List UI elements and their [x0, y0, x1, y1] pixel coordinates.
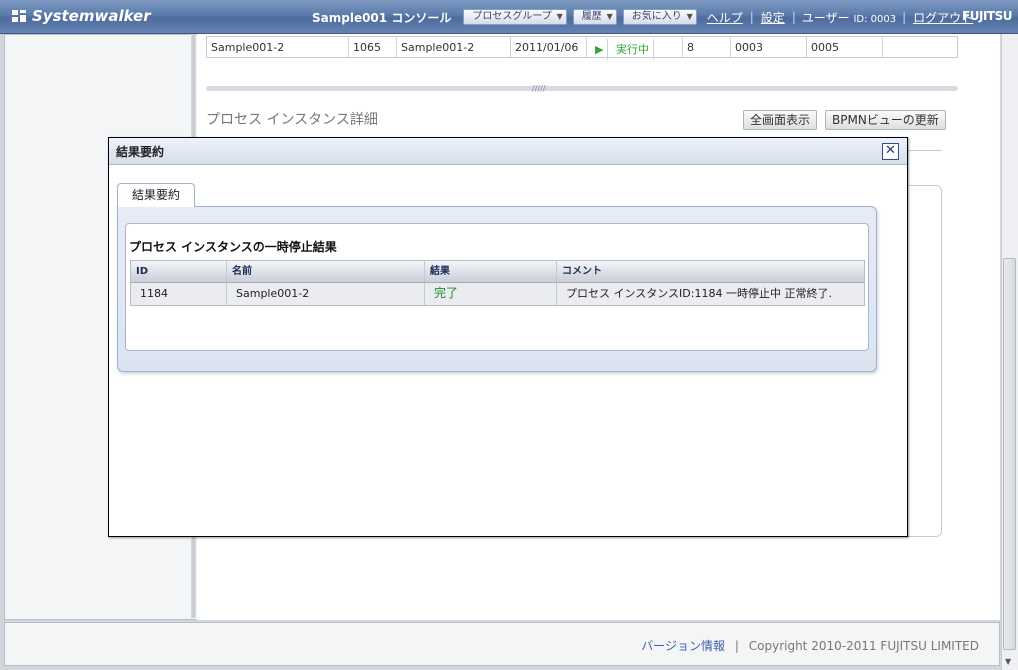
chevron-down-icon: ▼ — [606, 12, 613, 21]
console-title: Sample001 コンソール — [312, 10, 452, 25]
user-id: ID: 0003 — [853, 13, 897, 25]
copyright: Copyright 2010-2011 FUJITSU LIMITED — [748, 639, 979, 653]
fujitsu-logo: FUJITSU — [962, 9, 1012, 23]
column-header-result[interactable]: 結果 — [425, 261, 557, 282]
top-nav: Sample001 コンソール プロセスグループ ▼ 履歴 ▼ お気に入り ▼ ヘルプ… — [312, 0, 977, 34]
cell-id: 1065 — [349, 37, 397, 57]
nav-separator: | — [902, 10, 907, 24]
detail-title: プロセス インスタンス詳細 — [206, 112, 378, 128]
cell-priority: 8 — [683, 37, 731, 57]
process-group-menu[interactable]: プロセスグループ ▼ — [463, 9, 567, 25]
close-icon[interactable]: ✕ — [882, 143, 899, 160]
brand-name: Systemwalker — [32, 7, 151, 25]
cell-process: Sample001-2 — [397, 37, 511, 57]
version-info-link[interactable]: バージョン情報 — [641, 639, 725, 653]
help-link[interactable]: ヘルプ — [707, 9, 743, 26]
tab-panel: プロセス インスタンスの一時停止結果 ID 名前 結果 コメント 1184 Sa… — [117, 206, 877, 372]
scroll-down-icon[interactable]: ▼ — [1005, 657, 1011, 666]
chevron-down-icon: ▼ — [556, 12, 563, 21]
cell-comment: プロセス インスタンスID:1184 一時停止中 正常終了. — [566, 287, 832, 300]
systemwalker-logo-icon — [12, 10, 26, 22]
divider — [906, 150, 942, 151]
cell-id: 1184 — [131, 283, 227, 305]
result-box: プロセス インスタンスの一時停止結果 ID 名前 結果 コメント 1184 Sa… — [125, 223, 869, 351]
dialog-titlebar[interactable]: 結果要約 ✕ — [109, 138, 907, 165]
cell-name: Sample001-2 — [227, 283, 425, 305]
cell-status: ▶ 実行中 — [587, 37, 683, 60]
fullscreen-button[interactable]: 全画面表示 — [743, 110, 818, 130]
chevron-down-icon: ▼ — [686, 12, 693, 21]
history-menu[interactable]: 履歴 ▼ — [572, 9, 617, 25]
cell-user: 0003 — [731, 37, 807, 57]
app-header: Systemwalker Sample001 コンソール プロセスグループ ▼ 履… — [0, 0, 1018, 34]
settings-link[interactable]: 設定 — [761, 9, 785, 26]
result-heading: プロセス インスタンスの一時停止結果 — [129, 240, 337, 254]
footer-separator: | — [734, 639, 739, 653]
column-header-id[interactable]: ID — [131, 261, 227, 282]
scrollbar-thumb[interactable] — [1003, 258, 1016, 650]
instance-table-row[interactable]: Sample001-2 1065 Sample001-2 2011/01/06 … — [206, 36, 958, 60]
result-table: ID 名前 結果 コメント 1184 Sample001-2 完了 プロセス イ… — [130, 260, 865, 306]
user-info: ユーザー ID: 0003 — [801, 10, 897, 25]
play-icon: ▶ — [591, 39, 609, 60]
cell-date: 2011/01/06 — [511, 37, 587, 57]
footer: バージョン情報 | Copyright 2010-2011 FUJITSU LI… — [4, 622, 1000, 666]
table-header: ID 名前 結果 コメント — [131, 261, 864, 283]
table-row[interactable]: 1184 Sample001-2 完了 プロセス インスタンスID:1184 一… — [131, 283, 864, 305]
nav-separator: | — [749, 10, 754, 24]
brand-logo: Systemwalker — [10, 7, 151, 25]
cell-owner: 0005 — [807, 37, 883, 57]
bpmn-refresh-button[interactable]: BPMNビューの更新 — [825, 110, 946, 130]
dialog-title: 結果要約 — [116, 145, 165, 159]
favorites-menu[interactable]: お気に入り ▼ — [622, 9, 697, 25]
cell-result: 完了 — [425, 283, 557, 305]
grip-icon: ///// — [532, 84, 546, 93]
column-header-comment[interactable]: コメント — [557, 261, 864, 282]
column-header-name[interactable]: 名前 — [227, 261, 425, 282]
cell-name: Sample001-2 — [207, 37, 349, 57]
horizontal-splitter[interactable] — [206, 86, 958, 91]
nav-separator: | — [791, 10, 796, 24]
result-summary-dialog: 結果要約 ✕ 結果要約 プロセス インスタンスの一時停止結果 ID 名前 結果 … — [108, 137, 908, 537]
tab-result-summary[interactable]: 結果要約 — [117, 183, 196, 207]
